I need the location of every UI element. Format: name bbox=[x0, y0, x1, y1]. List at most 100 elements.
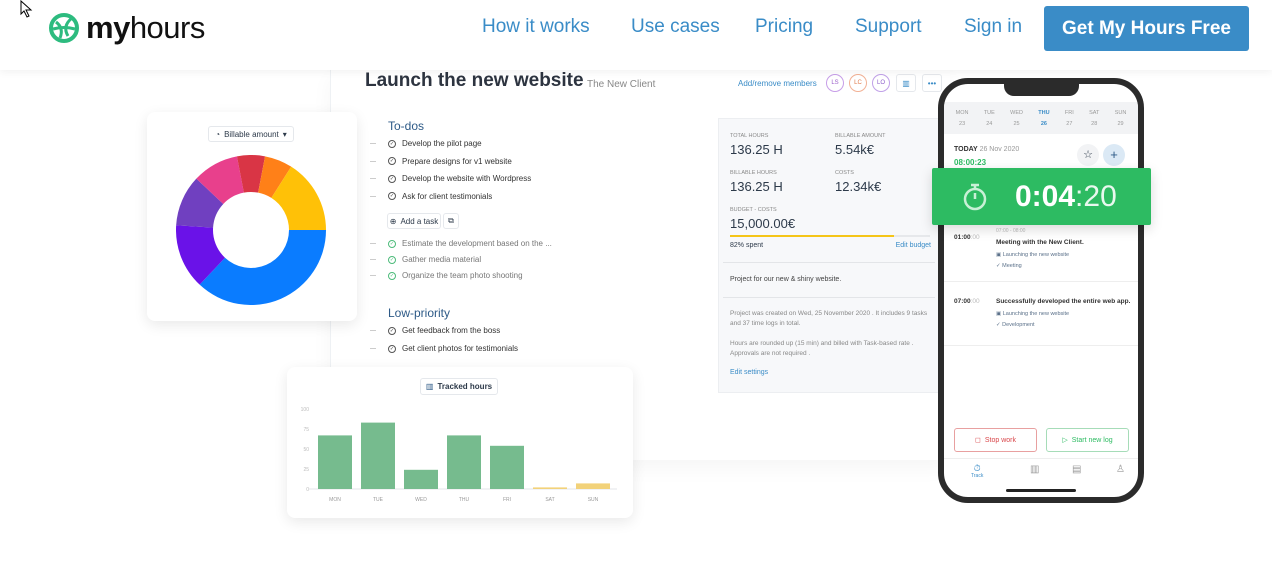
nav-support[interactable]: Support bbox=[855, 16, 922, 38]
tab-track[interactable]: ⏱ Track bbox=[971, 464, 983, 480]
start-new-log-label: Start new log bbox=[1071, 436, 1113, 444]
day-sun[interactable]: SUN 29 bbox=[1115, 102, 1127, 134]
add-task-label: Add a task bbox=[400, 216, 439, 226]
section-low-priority: Low-priority bbox=[388, 306, 451, 320]
log-project: ▣ Launching the new website bbox=[996, 311, 1070, 317]
divider bbox=[944, 458, 1138, 459]
drag-handle[interactable] bbox=[370, 330, 376, 331]
log-task: ✓ Meeting bbox=[996, 263, 1022, 269]
phone-mockup: MON 23 TUE 24 WED 25 THU 26 FRI 27 SAT 28 SUN 29 TODA… bbox=[938, 78, 1144, 503]
drag-handle[interactable] bbox=[370, 143, 376, 144]
billable-hours-label: BILLABLE HOURS bbox=[730, 170, 777, 176]
task-item[interactable]: ✓ Get feedback from the boss bbox=[388, 326, 500, 335]
day-mon[interactable]: MON 23 bbox=[956, 102, 969, 134]
chart-icon-button[interactable]: ▥ bbox=[896, 74, 916, 92]
task-item[interactable]: ✓ Estimate the development based on the .… bbox=[388, 239, 552, 248]
edit-settings-link[interactable]: Edit settings bbox=[730, 369, 768, 376]
task-item[interactable]: ✓ Develop the pilot page bbox=[388, 139, 482, 148]
task-item[interactable]: ✓ Organize the team photo shooting bbox=[388, 271, 523, 280]
edit-budget-link[interactable]: Edit budget bbox=[896, 242, 931, 249]
logo[interactable]: myhours bbox=[48, 10, 205, 46]
x-tick-label: TUE bbox=[373, 497, 384, 503]
divider bbox=[723, 262, 935, 263]
nav-how-it-works[interactable]: How it works bbox=[482, 16, 590, 38]
drag-handle[interactable] bbox=[370, 178, 376, 179]
tab-projects-briefcase-icon[interactable]: ▤ bbox=[1072, 464, 1081, 475]
drag-handle[interactable] bbox=[370, 259, 376, 260]
task-item[interactable]: ✓ Prepare designs for v1 website bbox=[388, 157, 512, 166]
nav-sign-in[interactable]: Sign in bbox=[964, 16, 1022, 38]
billable-amount-dropdown[interactable]: ◔ Billable amount ▾ bbox=[208, 126, 294, 142]
member-avatar[interactable]: LC bbox=[849, 74, 867, 92]
y-tick-label: 100 bbox=[301, 407, 310, 413]
check-circle-icon[interactable]: ✓ bbox=[388, 344, 396, 353]
start-new-log-button[interactable]: ▷ Start new log bbox=[1046, 428, 1129, 452]
task-item[interactable]: ✓ Develop the website with Wordpress bbox=[388, 174, 531, 183]
drag-handle[interactable] bbox=[370, 160, 376, 162]
time-log-entry[interactable]: 01:00:00 07:00 - 08:00 Meeting with the … bbox=[944, 226, 1138, 282]
stop-work-button[interactable]: ◻ Stop work bbox=[954, 428, 1037, 452]
nav-use-cases[interactable]: Use cases bbox=[631, 16, 720, 38]
member-avatar[interactable]: LS bbox=[826, 74, 844, 92]
time-log-entry[interactable]: 07:00:00 Successfully developed the enti… bbox=[944, 290, 1138, 346]
today-total-time: 08:00:23 bbox=[954, 158, 987, 167]
task-label: Estimate the development based on the ..… bbox=[402, 239, 552, 248]
get-my-hours-free-button[interactable]: Get My Hours Free bbox=[1044, 6, 1249, 51]
stop-icon: ◻ bbox=[975, 437, 981, 444]
day-thu[interactable]: THU 26 bbox=[1038, 102, 1049, 134]
task-label: Develop the pilot page bbox=[402, 139, 482, 148]
star-button[interactable]: ☆ bbox=[1077, 144, 1099, 166]
costs-label: COSTS bbox=[835, 170, 854, 176]
drag-handle[interactable] bbox=[370, 195, 376, 197]
check-circle-icon[interactable]: ✓ bbox=[388, 239, 396, 248]
task-item[interactable]: ✓ Get client photos for testimonials bbox=[388, 344, 518, 353]
bar-sun bbox=[576, 483, 610, 489]
task-item[interactable]: ✓ Ask for client testimonials bbox=[388, 192, 492, 201]
rounding-info: Hours are rounded up (15 min) and billed… bbox=[730, 340, 914, 357]
drag-handle[interactable] bbox=[370, 348, 376, 349]
day-tue[interactable]: TUE 24 bbox=[984, 102, 995, 134]
billable-amount-label: BILLABLE AMOUNT bbox=[835, 133, 886, 139]
x-tick-label: WED bbox=[415, 497, 427, 503]
check-circle-icon[interactable]: ✓ bbox=[388, 157, 396, 165]
copy-button[interactable]: ⧉ bbox=[443, 213, 459, 229]
tab-track-label: Track bbox=[971, 473, 984, 479]
task-label: Prepare designs for v1 website bbox=[402, 156, 512, 166]
bar-chart: 0 25 50 75 100 MON TUE WED THU FRI SAT SUN bbox=[301, 407, 617, 503]
task-item[interactable]: ✓ Gather media material bbox=[388, 255, 481, 264]
tab-reports-icon[interactable]: ▥ bbox=[1030, 464, 1039, 475]
more-options-button[interactable]: ••• bbox=[922, 74, 942, 92]
task-label: Ask for client testimonials bbox=[402, 191, 493, 201]
phone-notch bbox=[1004, 84, 1079, 96]
add-log-button[interactable]: + bbox=[1103, 144, 1125, 166]
tab-profile-user-icon[interactable]: ♙ bbox=[1116, 464, 1125, 475]
logo-text: myhours bbox=[86, 10, 205, 45]
check-circle-icon[interactable]: ✓ bbox=[388, 174, 396, 183]
add-remove-members-link[interactable]: Add/remove members bbox=[738, 79, 817, 88]
check-circle-icon[interactable]: ✓ bbox=[388, 192, 396, 200]
nav-pricing[interactable]: Pricing bbox=[755, 16, 813, 38]
y-tick-label: 25 bbox=[303, 467, 309, 473]
day-wed[interactable]: WED 25 bbox=[1010, 102, 1023, 134]
day-sat[interactable]: SAT 28 bbox=[1089, 102, 1099, 134]
drag-handle[interactable] bbox=[370, 243, 376, 244]
dropdown-label: Billable amount bbox=[224, 129, 279, 139]
stop-work-label: Stop work bbox=[984, 436, 1016, 444]
bar-fri bbox=[490, 445, 524, 489]
check-circle-icon[interactable]: ✓ bbox=[388, 139, 396, 148]
check-circle-icon[interactable]: ✓ bbox=[388, 255, 396, 264]
drag-handle[interactable] bbox=[370, 275, 376, 276]
check-circle-icon[interactable]: ✓ bbox=[388, 271, 396, 280]
day-fri[interactable]: FRI 27 bbox=[1065, 102, 1074, 134]
caret-down-icon: ▾ bbox=[282, 129, 287, 139]
add-task-button[interactable]: ⊕ Add a task bbox=[387, 213, 441, 229]
check-circle-icon[interactable]: ✓ bbox=[388, 326, 396, 335]
bar-thu bbox=[447, 435, 481, 489]
pie-icon: ◔ bbox=[215, 129, 221, 139]
task-label: Develop the website with Wordpress bbox=[402, 174, 532, 183]
y-tick-label: 50 bbox=[303, 447, 309, 453]
divider bbox=[723, 297, 935, 298]
bar-mon bbox=[318, 435, 352, 489]
member-avatar[interactable]: LO bbox=[872, 74, 890, 92]
client-name[interactable]: The New Client bbox=[587, 79, 655, 90]
